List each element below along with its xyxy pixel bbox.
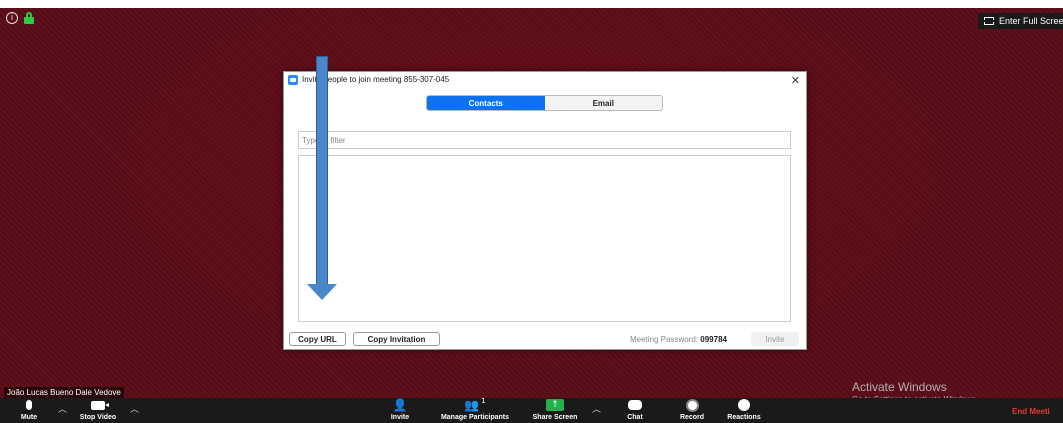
participants-icon: 👥 (464, 398, 480, 412)
copy-invitation-button[interactable]: Copy Invitation (353, 332, 440, 346)
invite-send-button[interactable]: Invite (751, 332, 799, 346)
manage-participants-label: Manage Participants (440, 414, 510, 421)
invite-label: Invite (390, 414, 410, 421)
dialog-titlebar: Invite people to join meeting 855-307-04… (284, 72, 806, 88)
participant-count: 1 (481, 397, 486, 405)
tab-contacts[interactable]: Contacts (427, 96, 545, 110)
share-screen-label: Share Screen (532, 414, 578, 421)
meeting-info-bar: i (6, 12, 34, 24)
chat-icon (628, 400, 642, 410)
record-label: Record (679, 414, 705, 421)
lock-icon[interactable] (24, 12, 34, 24)
stop-video-button[interactable]: Stop Video (76, 398, 120, 423)
reactions-label: Reactions (727, 414, 761, 421)
video-options-chevron-up-icon[interactable]: ︿ (130, 402, 139, 415)
annotation-arrow-shaft (316, 56, 328, 286)
meeting-password: Meeting Password: 099784 (630, 335, 727, 344)
close-icon[interactable]: ✕ (791, 74, 800, 87)
microphone-icon (26, 400, 32, 410)
reactions-button[interactable]: Reactions (723, 398, 765, 423)
fullscreen-icon (984, 17, 994, 25)
annotation-arrow-head (307, 284, 337, 300)
invite-dialog: Invite people to join meeting 855-307-04… (283, 71, 807, 350)
invite-button[interactable]: 👤 Invite (388, 398, 412, 423)
contacts-list[interactable] (298, 155, 791, 322)
mute-label: Mute (20, 414, 38, 421)
mute-button[interactable]: Mute (17, 398, 41, 423)
end-meeting-button[interactable]: End Meeti (1012, 407, 1050, 416)
contact-filter-input[interactable]: Type to filter (298, 131, 791, 149)
stop-video-label: Stop Video (79, 414, 117, 421)
password-label: Meeting Password: (630, 335, 699, 344)
record-button[interactable]: Record (677, 398, 707, 423)
zoom-logo-icon (288, 75, 298, 85)
chat-button[interactable]: Chat (623, 398, 647, 423)
share-screen-icon: ↑ (546, 399, 564, 411)
password-value: 099784 (700, 335, 727, 344)
info-icon[interactable]: i (6, 12, 18, 24)
meeting-toolbar: Mute ︿ Stop Video ︿ 👤 Invite 👥 1 Manage P… (0, 397, 1063, 423)
smiley-icon (738, 399, 750, 411)
meeting-video-area: i Enter Full Scree Invite people to join… (0, 0, 1063, 423)
record-icon (685, 398, 699, 412)
top-edge (0, 0, 1063, 8)
enter-fullscreen-button[interactable]: Enter Full Scree (978, 13, 1063, 29)
audio-options-chevron-up-icon[interactable]: ︿ (58, 402, 67, 415)
watermark-title: Activate Windows (852, 380, 947, 394)
add-person-icon: 👤 (392, 398, 408, 412)
chat-label: Chat (627, 414, 643, 421)
share-options-chevron-up-icon[interactable]: ︿ (592, 402, 601, 415)
fullscreen-label: Enter Full Scree (999, 16, 1063, 26)
video-camera-icon (91, 400, 109, 410)
manage-participants-button[interactable]: 👥 1 Manage Participants (430, 397, 520, 423)
invite-tabs: Contacts Email (426, 95, 663, 111)
share-screen-button[interactable]: ↑ Share Screen (527, 398, 583, 423)
copy-url-button[interactable]: Copy URL (289, 332, 346, 346)
tab-email[interactable]: Email (544, 96, 662, 110)
participant-name-label: João Lucas Bueno Dale Vedove (4, 387, 124, 398)
